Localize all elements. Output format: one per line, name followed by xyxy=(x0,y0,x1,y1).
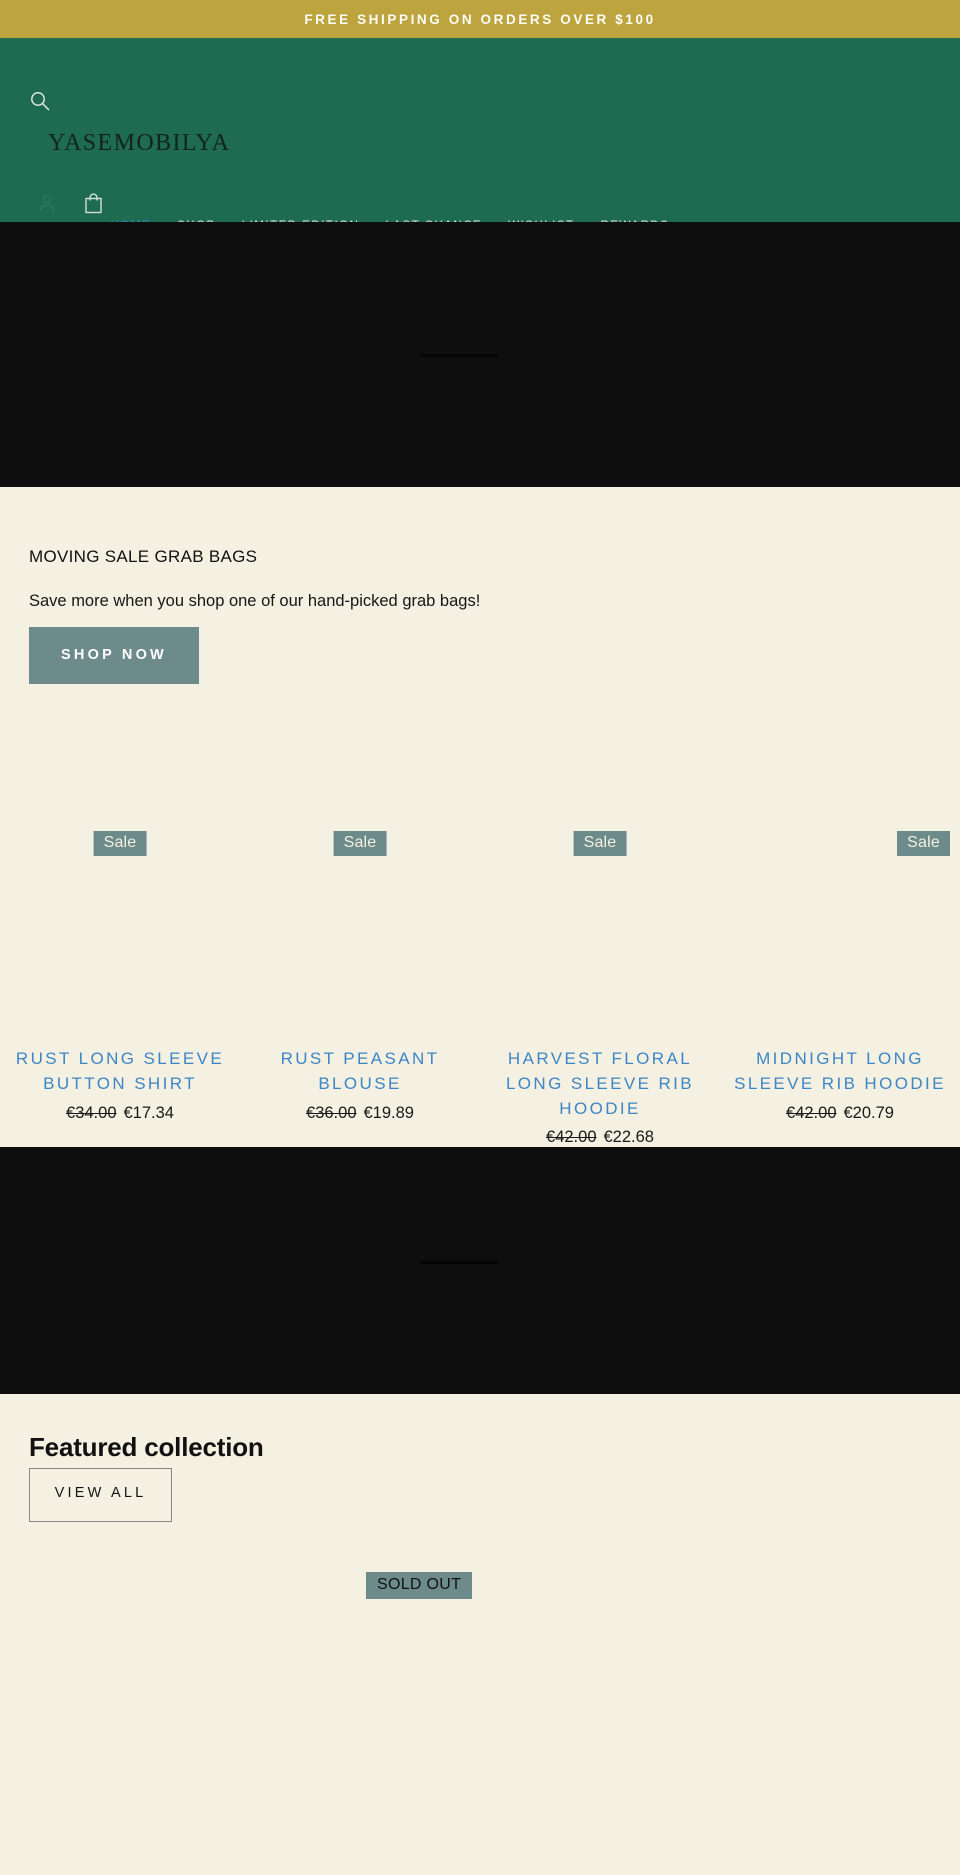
product-prices: €42.00 €22.68 xyxy=(494,1128,706,1147)
promo-section: MOVING SALE GRAB BAGS Save more when you… xyxy=(0,487,960,1147)
product-card[interactable]: Sale MIDNIGHT LONG SLEEVE RIB HOODIE €42… xyxy=(720,819,960,1147)
hero-divider-rule xyxy=(420,353,498,357)
featured-collection-section: Featured collection VIEW ALL SOLD OUT xyxy=(0,1394,960,1650)
product-info: RUST LONG SLEEVE BUTTON SHIRT €34.00 €17.… xyxy=(0,1047,240,1122)
product-card[interactable]: Sale RUST LONG SLEEVE BUTTON SHIRT €34.0… xyxy=(0,819,240,1147)
announcement-text: FREE SHIPPING ON ORDERS OVER $100 xyxy=(304,11,656,27)
hero-divider-rule xyxy=(420,1261,498,1264)
status-badge: Sale xyxy=(897,831,950,857)
price-original: €36.00 xyxy=(306,1103,357,1122)
status-badge: Sale xyxy=(573,831,627,857)
page-title: Featured collection xyxy=(29,1432,264,1463)
price-sale: €22.68 xyxy=(603,1128,654,1147)
status-badge-sold-out: SOLD OUT xyxy=(366,1572,473,1600)
promo-content: MOVING SALE GRAB BAGS Save more when you… xyxy=(0,547,960,685)
price-sale: €19.89 xyxy=(363,1103,414,1122)
product-title[interactable]: MIDNIGHT LONG SLEEVE RIB HOODIE xyxy=(734,1047,946,1096)
shopping-bag-icon[interactable] xyxy=(82,190,104,216)
product-grid: Sale RUST LONG SLEEVE BUTTON SHIRT €34.0… xyxy=(0,819,960,1147)
site-header: YASEMOBILYA HOME SHOP LIMITED EDITION LA… xyxy=(0,38,960,232)
hero-banner-bottom[interactable] xyxy=(0,1147,960,1395)
search-icon[interactable] xyxy=(27,88,53,114)
product-info: HARVEST FLORAL LONG SLEEVE RIB HOODIE €4… xyxy=(480,1047,720,1147)
product-prices: €34.00 €17.34 xyxy=(14,1104,226,1123)
header-icons xyxy=(36,190,104,216)
product-image[interactable]: Sale xyxy=(0,819,240,1047)
product-image[interactable]: Sale xyxy=(480,819,720,1047)
product-info: MIDNIGHT LONG SLEEVE RIB HOODIE €42.00 €2… xyxy=(720,1047,960,1122)
product-card[interactable]: Sale RUST PEASANT BLOUSE €36.00 €19.89 xyxy=(240,819,480,1147)
price-original: €42.00 xyxy=(546,1128,597,1147)
announcement-bar: FREE SHIPPING ON ORDERS OVER $100 xyxy=(0,0,960,38)
promo-heading: MOVING SALE GRAB BAGS xyxy=(29,547,258,566)
product-title[interactable]: RUST PEASANT BLOUSE xyxy=(254,1047,466,1096)
product-image[interactable]: Sale xyxy=(240,819,480,1047)
promo-subtext: Save more when you shop one of our hand-… xyxy=(29,592,481,610)
shop-now-button[interactable]: SHOP NOW xyxy=(29,627,199,685)
storefront-page: FREE SHIPPING ON ORDERS OVER $100 YASEMO… xyxy=(0,0,960,1875)
view-all-button[interactable]: VIEW ALL xyxy=(29,1468,172,1523)
product-info: RUST PEASANT BLOUSE €36.00 €19.89 xyxy=(240,1047,480,1122)
site-logo[interactable]: YASEMOBILYA xyxy=(48,130,230,157)
status-badge: Sale xyxy=(333,831,387,857)
product-image[interactable]: Sale xyxy=(720,819,960,1047)
price-original: €34.00 xyxy=(66,1103,117,1122)
featured-product-grid: SOLD OUT xyxy=(0,1560,960,1650)
account-icon[interactable] xyxy=(36,190,58,216)
price-sale: €17.34 xyxy=(123,1103,174,1122)
product-prices: €36.00 €19.89 xyxy=(254,1104,466,1123)
product-card[interactable]: Sale HARVEST FLORAL LONG SLEEVE RIB HOOD… xyxy=(480,819,720,1147)
status-badge: Sale xyxy=(93,831,147,857)
product-title[interactable]: RUST LONG SLEEVE BUTTON SHIRT xyxy=(14,1047,226,1096)
product-title[interactable]: HARVEST FLORAL LONG SLEEVE RIB HOODIE xyxy=(494,1047,706,1121)
product-prices: €42.00 €20.79 xyxy=(734,1104,946,1123)
hero-banner-top[interactable] xyxy=(0,222,960,487)
price-sale: €20.79 xyxy=(843,1103,894,1122)
price-original: €42.00 xyxy=(786,1103,837,1122)
